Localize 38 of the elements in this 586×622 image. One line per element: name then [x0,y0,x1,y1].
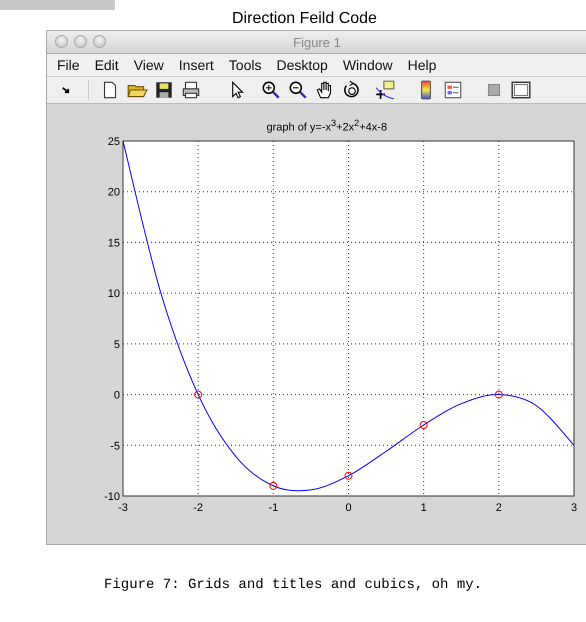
plot-tools-on-icon[interactable] [510,79,532,101]
chart-title: graph of y=-x$^{3}$+2x$^{2}$+4x-8 [266,118,388,134]
menu-item[interactable]: Tools [222,57,270,73]
tick-label: -10 [104,491,120,503]
data-marker [344,472,352,480]
zoom-out-icon[interactable] [287,79,309,101]
menu-item[interactable]: Window [336,57,402,73]
tick-label: -3 [118,502,128,514]
tick-label: 0 [345,502,352,514]
tick-label: -5 [110,440,120,452]
tick-label: 3 [570,502,578,514]
tick-label: 10 [108,288,120,300]
tick-label: 2 [496,502,502,514]
menu-item[interactable]: Help [402,57,446,73]
tick-label: 15 [108,237,120,250]
tick-label: 0 [114,390,120,402]
data-marker [494,390,503,399]
menu-item[interactable]: File [51,57,89,73]
menu-item[interactable]: View [128,57,173,73]
data-marker [269,482,278,490]
page-title: Direction Feild Code [232,9,377,29]
data-cursor-icon[interactable] [374,79,396,101]
menu-item[interactable]: Edit [88,57,128,73]
zoom-in-icon[interactable] [260,79,282,101]
tick-label: 20 [108,186,120,199]
legend-icon[interactable] [442,79,464,101]
figure-caption: Figure 7: Grids and titles and cubics, oh my. [104,577,482,593]
tick-label: -1 [268,502,278,514]
tick-label: 5 [114,338,120,351]
menu-item[interactable]: Insert [172,57,223,73]
window-title: Figure 1 [293,34,341,50]
menu-item[interactable]: Desktop [270,57,337,73]
tick-label: 1 [420,502,427,514]
data-marker [420,421,428,429]
tick-label: 25 [108,136,120,148]
tick-label: -2 [193,502,204,514]
data-marker [194,390,202,399]
printer-icon[interactable] [180,79,202,101]
